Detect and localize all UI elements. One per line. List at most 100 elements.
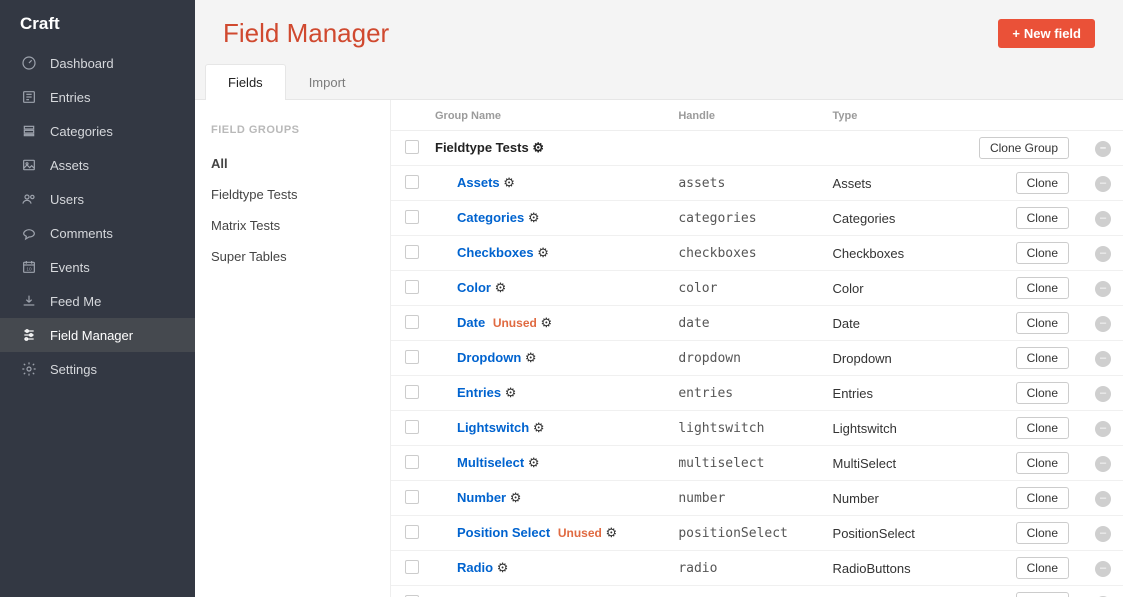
page-title: Field Manager	[223, 18, 389, 49]
settings-gear-icon[interactable]: ⚙	[537, 245, 549, 260]
field-name-link[interactable]: Number	[457, 490, 506, 505]
clone-field-button[interactable]: Clone	[1016, 242, 1069, 264]
field-name-link[interactable]: Categories	[457, 210, 524, 225]
settings-gear-icon[interactable]: ⚙	[503, 175, 515, 190]
new-field-button[interactable]: + New field	[998, 19, 1095, 48]
users-icon	[20, 190, 38, 208]
field-type: Checkboxes	[825, 236, 946, 271]
sidebar-item-categories[interactable]: Categories	[0, 114, 195, 148]
field-name-link[interactable]: Radio	[457, 560, 493, 575]
settings-gear-icon[interactable]: ⚙	[528, 455, 540, 470]
field-group-matrix-tests[interactable]: Matrix Tests	[211, 210, 390, 241]
field-name-link[interactable]: Color	[457, 280, 491, 295]
group-checkbox[interactable]	[405, 140, 419, 154]
field-name-link[interactable]: Multiselect	[457, 455, 524, 470]
field-group-fieldtype-tests[interactable]: Fieldtype Tests	[211, 179, 390, 210]
clone-field-button[interactable]: Clone	[1016, 207, 1069, 229]
clone-field-button[interactable]: Clone	[1016, 557, 1069, 579]
field-checkbox[interactable]	[405, 210, 419, 224]
clone-field-button[interactable]: Clone	[1016, 487, 1069, 509]
delete-field-button[interactable]: –	[1095, 456, 1111, 472]
settings-gear-icon[interactable]: ⚙	[605, 525, 617, 540]
clone-field-button[interactable]: Clone	[1016, 347, 1069, 369]
content: FIELD GROUPS AllFieldtype TestsMatrix Te…	[195, 100, 1123, 597]
clone-field-button[interactable]: Clone	[1016, 417, 1069, 439]
delete-field-button[interactable]: –	[1095, 351, 1111, 367]
delete-field-button[interactable]: –	[1095, 526, 1111, 542]
delete-field-button[interactable]: –	[1095, 176, 1111, 192]
settings-gear-icon[interactable]: ⚙	[510, 490, 522, 505]
field-name-link[interactable]: Position Select	[457, 525, 550, 540]
sidebar-item-assets[interactable]: Assets	[0, 148, 195, 182]
sidebar-item-users[interactable]: Users	[0, 182, 195, 216]
field-checkbox[interactable]	[405, 175, 419, 189]
sidebar-item-label: Categories	[50, 124, 113, 139]
clone-field-button[interactable]: Clone	[1016, 172, 1069, 194]
clone-field-button[interactable]: Clone	[1016, 522, 1069, 544]
field-handle: date	[670, 306, 824, 341]
sidebar-item-comments[interactable]: Comments	[0, 216, 195, 250]
settings-gear-icon[interactable]: ⚙	[528, 210, 540, 225]
delete-field-button[interactable]: –	[1095, 491, 1111, 507]
field-name-link[interactable]: Date	[457, 315, 485, 330]
sidebar-item-settings[interactable]: Settings	[0, 352, 195, 386]
field-name-link[interactable]: Dropdown	[457, 350, 521, 365]
field-name-link[interactable]: Lightswitch	[457, 420, 529, 435]
delete-field-button[interactable]: –	[1095, 316, 1111, 332]
clone-field-button[interactable]: Clone	[1016, 592, 1069, 597]
field-checkbox[interactable]	[405, 385, 419, 399]
field-checkbox[interactable]	[405, 455, 419, 469]
delete-field-button[interactable]: –	[1095, 561, 1111, 577]
clone-field-button[interactable]: Clone	[1016, 312, 1069, 334]
delete-field-button[interactable]: –	[1095, 421, 1111, 437]
field-checkbox[interactable]	[405, 420, 419, 434]
sidebar-item-dashboard[interactable]: Dashboard	[0, 46, 195, 80]
field-handle: categories	[670, 201, 824, 236]
field-row: Lightswitch ⚙lightswitchLightswitchClone…	[391, 411, 1123, 446]
settings-gear-icon[interactable]: ⚙	[525, 350, 537, 365]
field-type: RadioButtons	[825, 551, 946, 586]
delete-field-button[interactable]: –	[1095, 211, 1111, 227]
field-handle: entries	[670, 376, 824, 411]
clone-field-button[interactable]: Clone	[1016, 452, 1069, 474]
field-group-super-tables[interactable]: Super Tables	[211, 241, 390, 272]
settings-gear-icon[interactable]: ⚙	[533, 420, 545, 435]
field-checkbox[interactable]	[405, 560, 419, 574]
field-name-link[interactable]: Assets	[457, 175, 500, 190]
col-handle: Handle	[670, 100, 824, 131]
settings-gear-icon[interactable]: ⚙	[497, 560, 509, 575]
field-checkbox[interactable]	[405, 525, 419, 539]
field-name-link[interactable]: Entries	[457, 385, 501, 400]
settings-gear-icon[interactable]: ⚙	[495, 280, 507, 295]
settings-gear-icon[interactable]: ⚙	[532, 140, 544, 155]
field-row: Date Unused ⚙dateDateClone–	[391, 306, 1123, 341]
settings-gear-icon[interactable]: ⚙	[540, 315, 552, 330]
field-checkbox[interactable]	[405, 315, 419, 329]
sidebar-item-events[interactable]: 10Events	[0, 250, 195, 284]
tab-import[interactable]: Import	[286, 64, 369, 100]
sidebar-item-label: Assets	[50, 158, 89, 173]
tab-fields[interactable]: Fields	[205, 64, 286, 100]
delete-field-button[interactable]: –	[1095, 281, 1111, 297]
clone-group-button[interactable]: Clone Group	[979, 137, 1069, 159]
field-row: Radio ⚙ radioRadioButtons Clone –	[391, 551, 1123, 586]
delete-group-button[interactable]: –	[1095, 141, 1111, 157]
field-type: RichText	[825, 586, 946, 597]
field-handle: radio	[670, 551, 824, 586]
field-checkbox[interactable]	[405, 280, 419, 294]
sidebar-item-feedme[interactable]: Feed Me	[0, 284, 195, 318]
field-group-all[interactable]: All	[211, 148, 390, 179]
settings-gear-icon[interactable]: ⚙	[505, 385, 517, 400]
app-logo[interactable]: Craft	[0, 0, 195, 46]
delete-field-button[interactable]: –	[1095, 246, 1111, 262]
delete-field-button[interactable]: –	[1095, 386, 1111, 402]
sidebar-item-entries[interactable]: Entries	[0, 80, 195, 114]
sidebar-item-fieldmanager[interactable]: Field Manager	[0, 318, 195, 352]
field-name-link[interactable]: Checkboxes	[457, 245, 534, 260]
clone-field-button[interactable]: Clone	[1016, 382, 1069, 404]
field-checkbox[interactable]	[405, 350, 419, 364]
field-checkbox[interactable]	[405, 490, 419, 504]
clone-field-button[interactable]: Clone	[1016, 277, 1069, 299]
field-checkbox[interactable]	[405, 245, 419, 259]
field-type: Color	[825, 271, 946, 306]
